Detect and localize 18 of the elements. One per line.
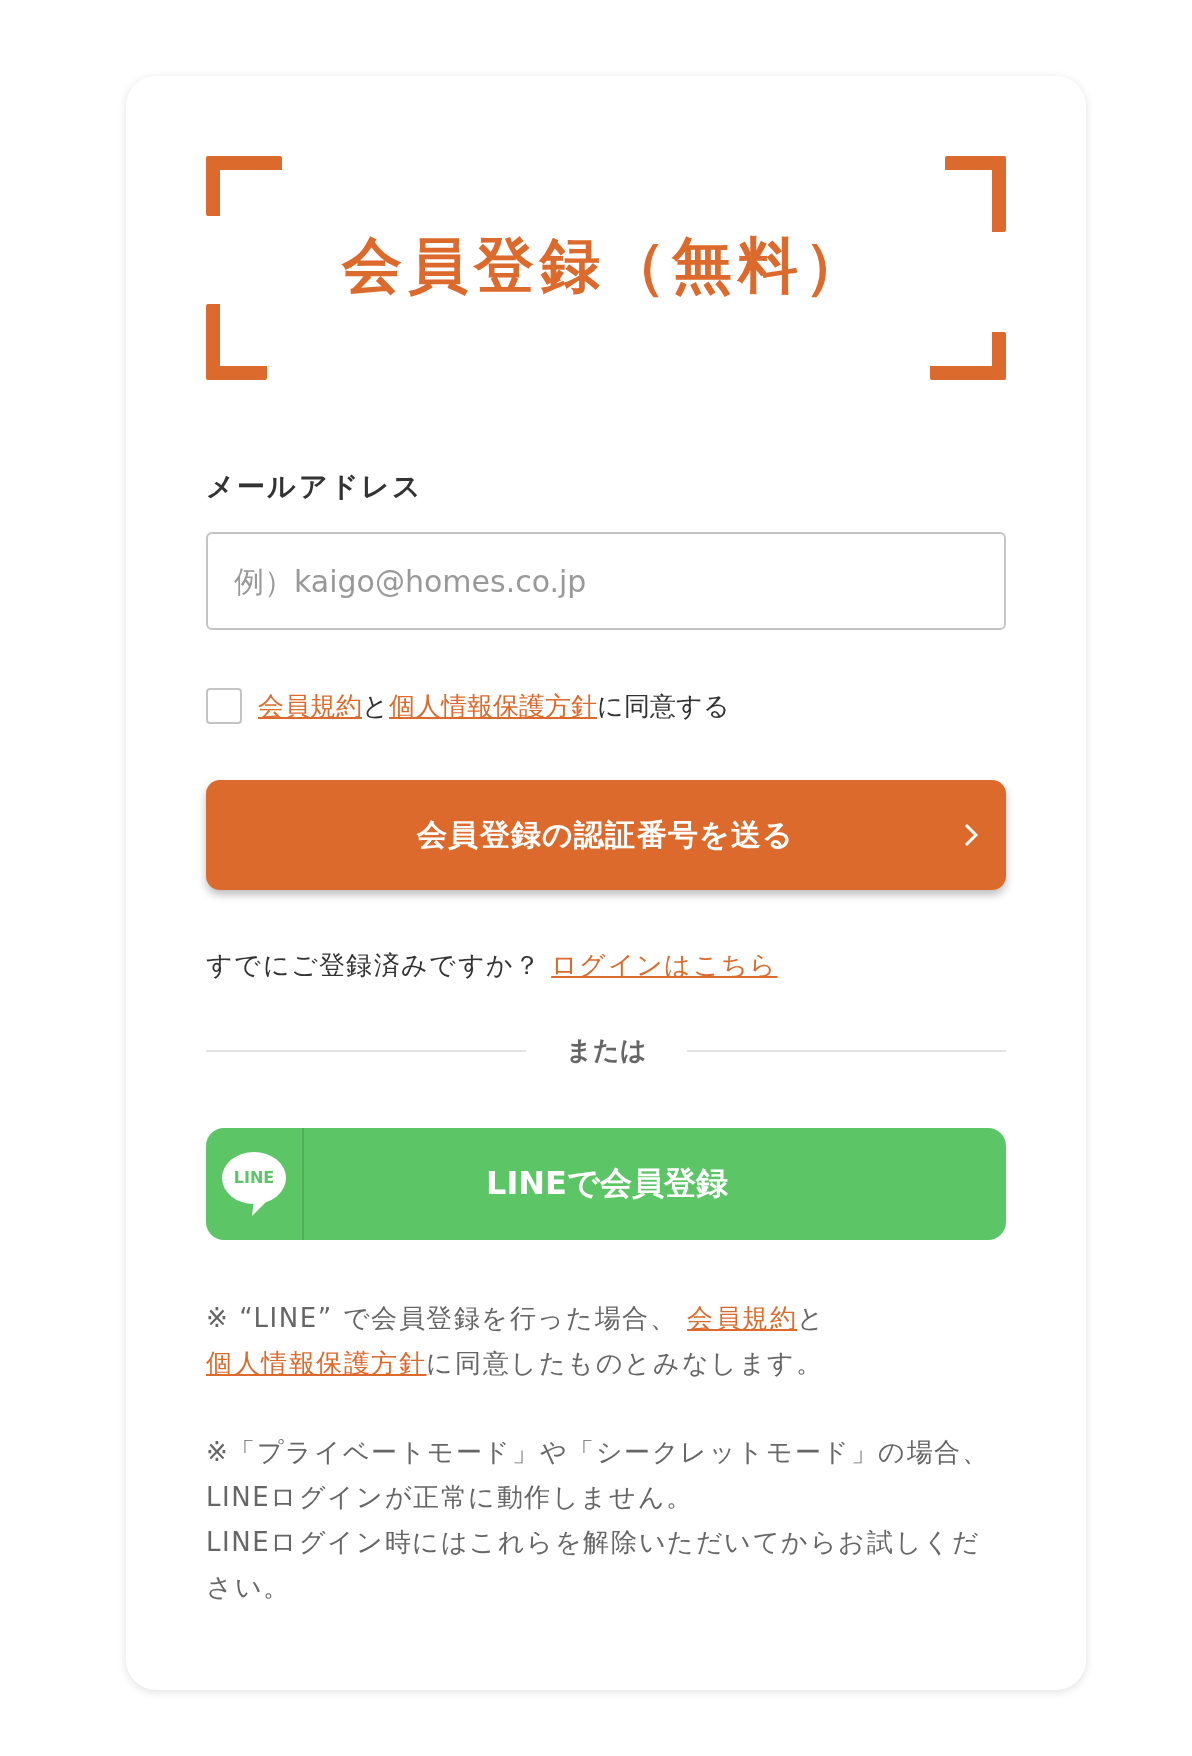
- line-register-button[interactable]: LINE LINEで会員登録: [206, 1128, 1006, 1240]
- checkbox[interactable]: [206, 688, 242, 724]
- policy-link[interactable]: 会員規約: [687, 1303, 798, 1333]
- login-link[interactable]: ログインはこちら: [551, 950, 778, 980]
- field-label: メールアドレス: [206, 469, 425, 505]
- page-title: 会員登録（無料）: [342, 228, 870, 302]
- policy-link[interactable]: 個人情報保護方針: [206, 1348, 427, 1378]
- note-text: ※「プライベートモード」や「シークレットモード」の場合、LINEログインが正常に動作しません。: [206, 1436, 991, 1514]
- chevron-right-icon: [964, 823, 978, 847]
- login-prompt: すでにご登録済みですか？ ログインはこちら: [206, 949, 779, 982]
- policy-link[interactable]: 個人情報保護方針: [389, 690, 597, 721]
- agreement-text: 会員規約 と 個人情報保護方針に同意する: [258, 689, 730, 723]
- divider-label: または: [565, 1034, 647, 1067]
- note-text: ※ “LINE” で会員登録を行った場合、 会員規約 と 個人情報保護方針に同意したものとみなします。: [206, 1302, 827, 1380]
- send-code-button[interactable]: 会員登録の認証番号を送る: [206, 780, 1006, 890]
- policy-link[interactable]: 会員規約: [258, 690, 362, 721]
- note-text: LINEログイン時にはこれらを解除いただいてからお試しください。: [206, 1526, 982, 1604]
- email-field[interactable]: 例）kaigo@homes.co.jp: [206, 532, 1006, 630]
